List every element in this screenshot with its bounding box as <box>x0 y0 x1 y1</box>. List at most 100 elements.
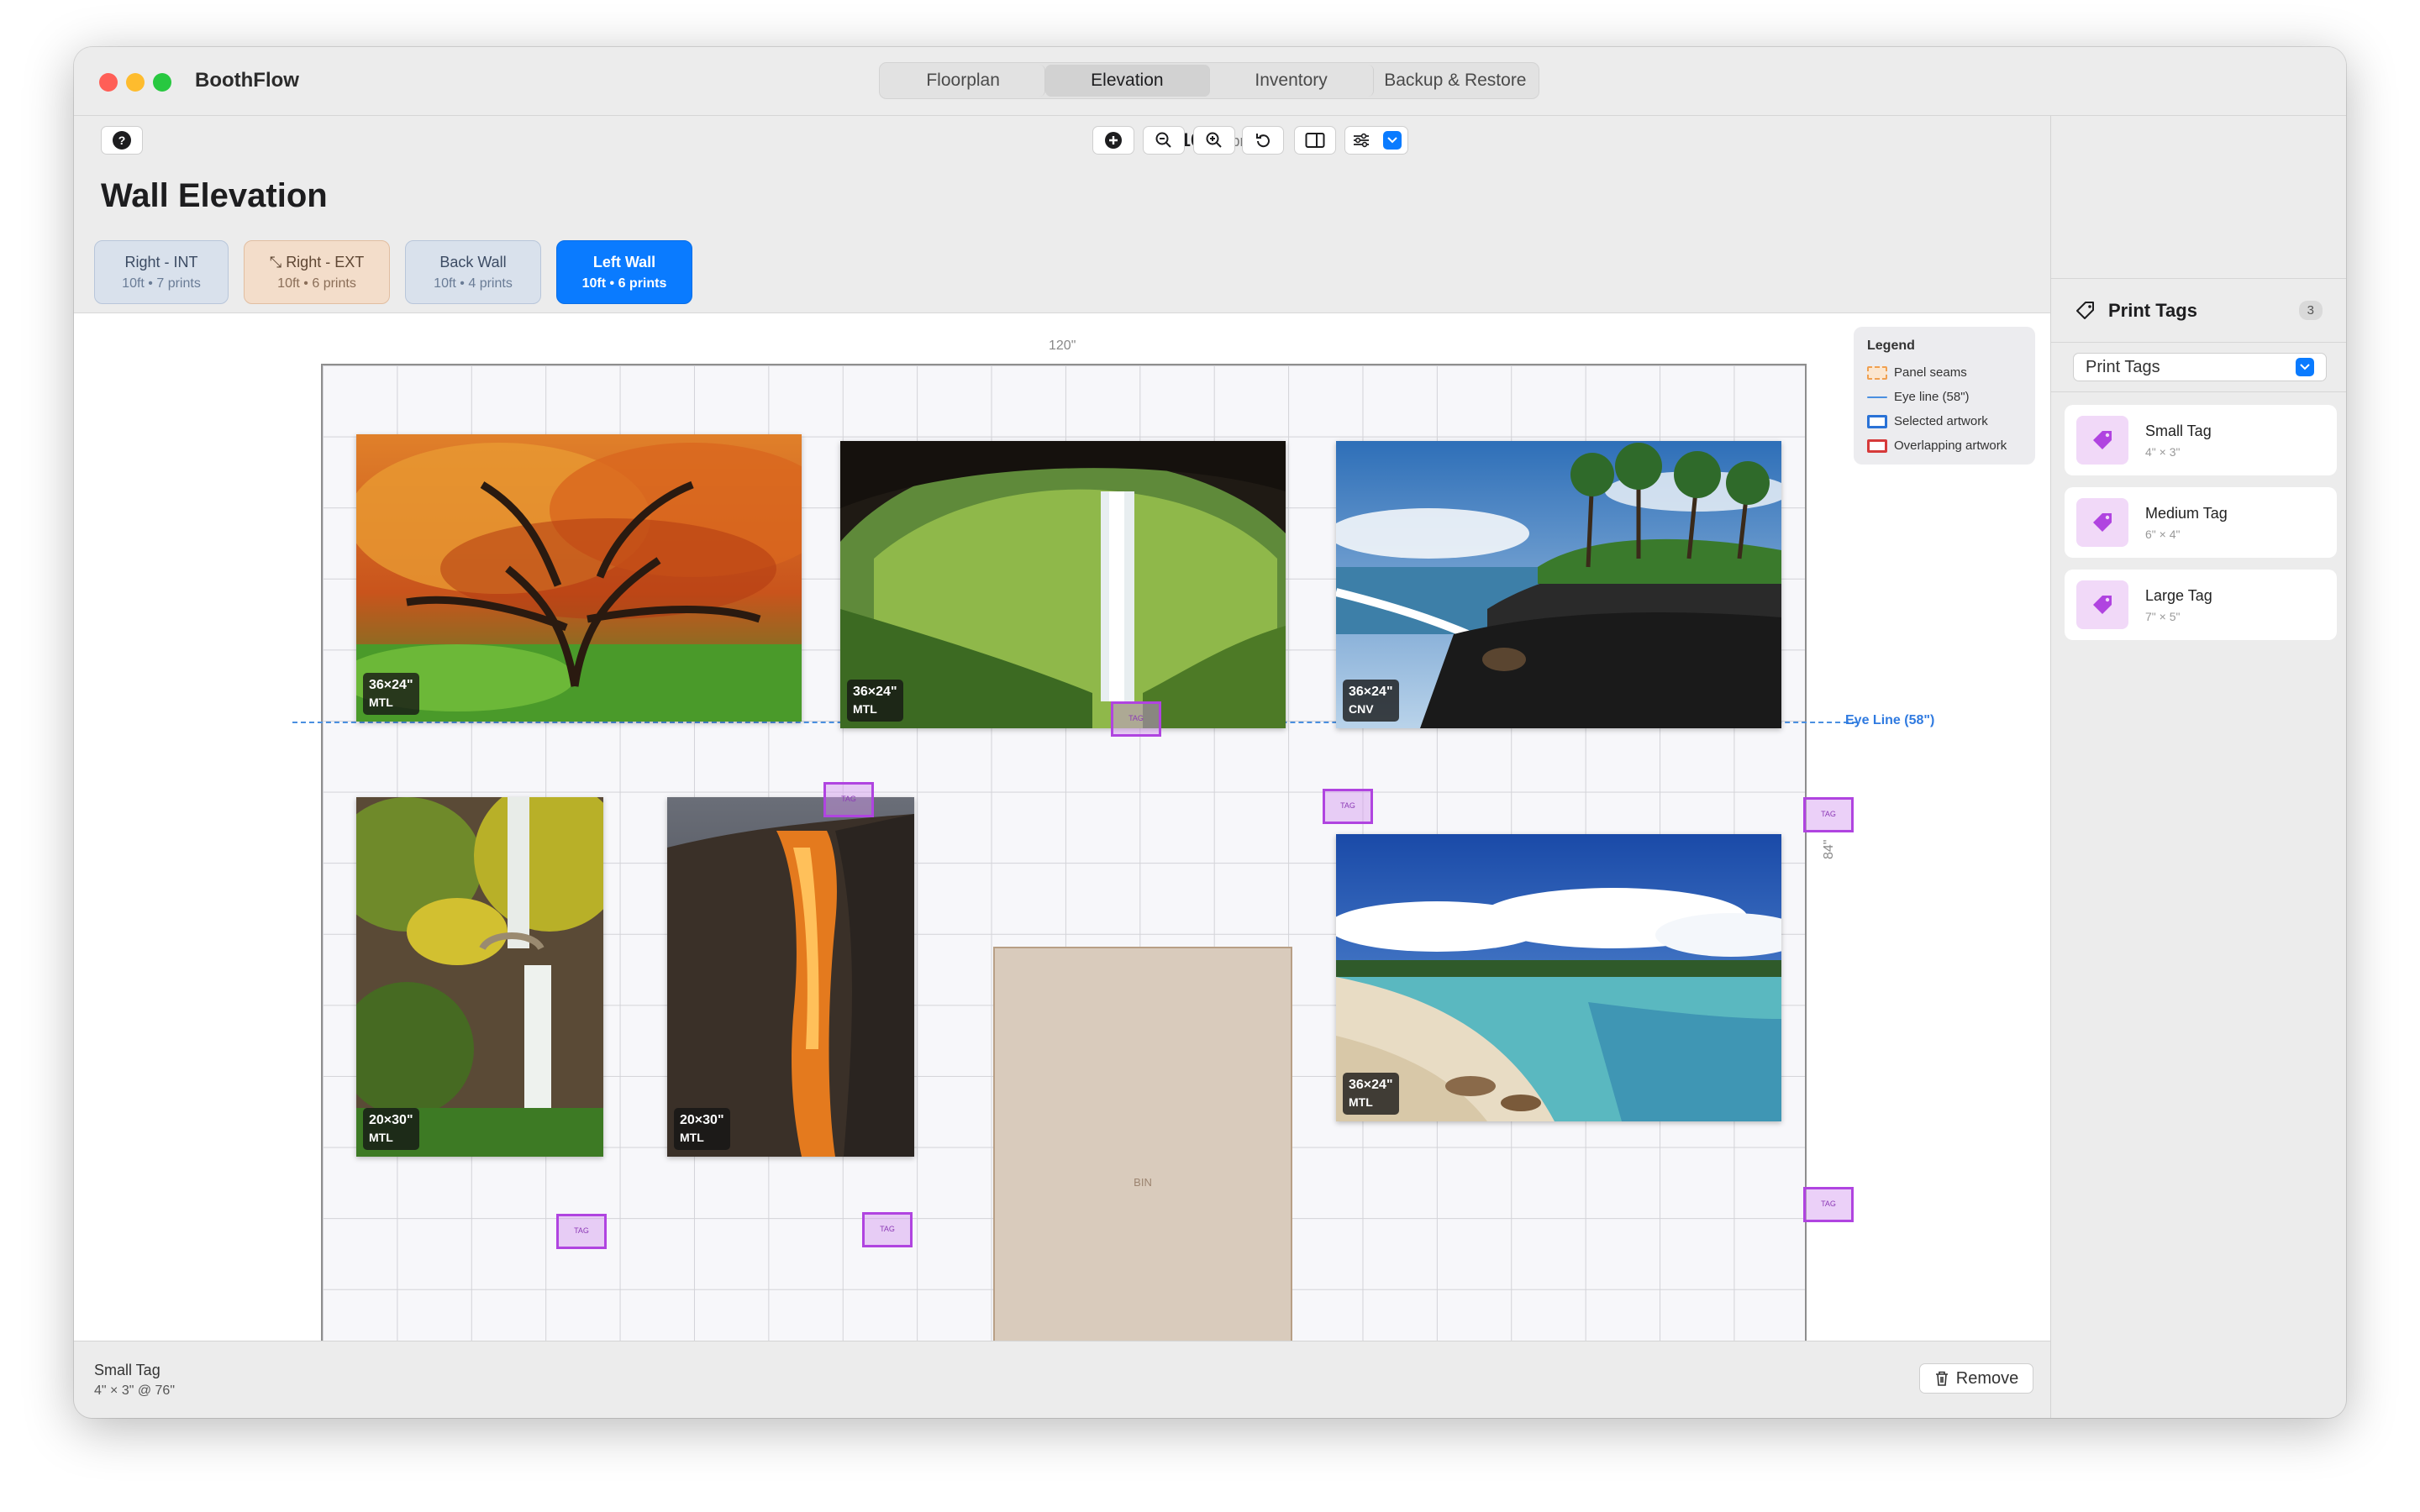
wall-tab-sub: 10ft • 6 prints <box>581 276 667 291</box>
chevron-down-icon <box>1382 131 1402 150</box>
wall-tab-left-wall[interactable]: Left Wall 10ft • 6 prints <box>556 240 692 304</box>
minimize-window-button[interactable] <box>126 73 145 92</box>
add-button[interactable] <box>1092 126 1134 155</box>
selected-item-name: Small Tag <box>94 1362 160 1378</box>
artwork-cave-waterfall[interactable]: 36×24" MTL <box>840 441 1286 728</box>
artwork-firefall[interactable]: 20×30" MTL <box>667 797 914 1157</box>
help-button[interactable]: ? <box>101 126 143 155</box>
title-bar: BoothFlow Floorplan Elevation Inventory … <box>74 47 2346 116</box>
tag-type-select[interactable]: Print Tags <box>2073 353 2327 381</box>
artwork-size-label: 36×24" MTL <box>363 673 419 715</box>
tag-count-badge: 3 <box>2298 301 2323 320</box>
artwork-image <box>667 797 914 1157</box>
tag-dims: 4" × 3" <box>2145 444 2181 459</box>
tag-icon <box>2076 498 2128 547</box>
zoom-window-button[interactable] <box>153 73 171 92</box>
selected-swatch <box>1867 414 1887 428</box>
panel-title: Print Tags <box>2108 299 2197 321</box>
app-title: BoothFlow <box>195 69 299 92</box>
print-tag[interactable]: TAG <box>823 782 874 817</box>
tag-icon <box>2076 416 2128 465</box>
remove-label: Remove <box>1955 1368 2019 1388</box>
legend: Legend Panel seams Eye line (58") Select… <box>1854 327 2035 465</box>
trash-icon <box>1935 1371 1948 1386</box>
tag-item-small[interactable]: Small Tag 4" × 3" <box>2065 405 2337 475</box>
elevation-canvas[interactable]: 120" 84" BIN Eye Line (58") 36×24" MTL 3… <box>74 312 2050 1341</box>
tag-dims: 7" × 5" <box>2145 609 2181 623</box>
tag-name: Large Tag <box>2145 586 2212 604</box>
tag-name: Small Tag <box>2145 422 2212 439</box>
artwork-image <box>1336 834 1781 1121</box>
tab-inventory[interactable]: Inventory <box>1210 65 1374 97</box>
legend-title: Legend <box>1867 339 1915 353</box>
print-tag[interactable]: TAG <box>556 1214 607 1249</box>
artwork-maple-tree[interactable]: 36×24" MTL <box>356 434 802 722</box>
chevron-down-icon <box>2296 358 2314 376</box>
toggle-sidebar-button[interactable] <box>1294 126 1336 155</box>
wall-tab-sub: 10ft • 6 prints <box>277 276 356 291</box>
remove-button[interactable]: Remove <box>1919 1363 2033 1394</box>
tab-floorplan[interactable]: Floorplan <box>881 65 1046 97</box>
eye-line-swatch <box>1867 396 1887 398</box>
legend-item: Overlapping artwork <box>1867 433 2022 458</box>
wall-tab-label: Right - INT <box>124 253 198 270</box>
artwork-size-label: 36×24" MTL <box>1343 1073 1399 1115</box>
tab-elevation[interactable]: Elevation <box>1045 65 1210 97</box>
zoom-in-button[interactable] <box>1193 126 1235 155</box>
wall-height-label: 84" <box>1822 839 1836 859</box>
artwork-size-label: 20×30" MTL <box>674 1108 730 1150</box>
wall-width-label: 120" <box>1049 339 1076 353</box>
artwork-size-label: 20×30" MTL <box>363 1108 419 1150</box>
artwork-black-sand-beach[interactable]: 36×24" CNV <box>1336 441 1781 728</box>
wall-tab-label: Left Wall <box>592 253 656 270</box>
wall-tab-right-ext[interactable]: ⤡ Right - EXT 10ft • 6 prints <box>244 240 390 304</box>
print-tags-panel: Print Tags 3 Print Tags Small Tag 4" × 3… <box>2050 116 2346 1418</box>
artwork-tropical-beach[interactable]: 36×24" MTL <box>1336 834 1781 1121</box>
reset-zoom-button[interactable] <box>1242 126 1284 155</box>
legend-item: Panel seams <box>1867 360 2022 385</box>
tag-name: Medium Tag <box>2145 504 2228 522</box>
wall-tab-label: Back Wall <box>439 253 507 270</box>
status-bar: Small Tag 4" × 3" @ 76" Remove <box>74 1341 2050 1418</box>
page-title: Wall Elevation <box>101 177 328 214</box>
select-value: Print Tags <box>2086 357 2160 376</box>
selected-item-meta: 4" × 3" @ 76" <box>94 1383 175 1398</box>
view-options-menu[interactable] <box>1344 126 1408 155</box>
storage-bin[interactable]: BIN <box>993 947 1292 1341</box>
tag-item-large[interactable]: Large Tag 7" × 5" <box>2065 570 2337 640</box>
print-tag[interactable]: TAG <box>1803 1187 1854 1222</box>
wall-tab-sub: 10ft • 4 prints <box>434 276 513 291</box>
print-tag[interactable]: TAG <box>1111 701 1161 737</box>
wall-tab-label: Right - EXT <box>286 253 365 270</box>
tag-dims: 6" × 4" <box>2145 527 2181 541</box>
question-icon: ? <box>113 131 131 150</box>
expand-arrows-icon: ⤡ <box>269 253 287 270</box>
artwork-image <box>356 797 603 1157</box>
overlap-swatch <box>1867 438 1887 453</box>
panel-header: Print Tags 3 <box>2051 279 2346 343</box>
legend-item: Selected artwork <box>1867 409 2022 433</box>
tab-backup-restore[interactable]: Backup & Restore <box>1374 65 1537 97</box>
artwork-image <box>356 434 802 722</box>
close-window-button[interactable] <box>99 73 118 92</box>
wall-tab-sub: 10ft • 7 prints <box>122 276 201 291</box>
artwork-image <box>840 441 1286 728</box>
print-tag[interactable]: TAG <box>1803 797 1854 832</box>
panel-seam-swatch <box>1867 365 1887 380</box>
artwork-size-label: 36×24" MTL <box>847 680 903 722</box>
tag-item-medium[interactable]: Medium Tag 6" × 4" <box>2065 487 2337 558</box>
zoom-out-button[interactable] <box>1143 126 1185 155</box>
artwork-size-label: 36×24" CNV <box>1343 680 1399 722</box>
wall-tab-right-int[interactable]: Right - INT 10ft • 7 prints <box>94 240 229 304</box>
artwork-multnomah-falls[interactable]: 20×30" MTL <box>356 797 603 1157</box>
plus-circle-icon <box>1105 132 1122 149</box>
zoom-in-icon <box>1206 132 1222 148</box>
print-tag[interactable]: TAG <box>1323 789 1373 824</box>
tag-icon <box>2076 580 2128 629</box>
artwork-image <box>1336 441 1781 728</box>
sliders-icon <box>1353 133 1369 148</box>
app-window: BoothFlow Floorplan Elevation Inventory … <box>74 47 2346 1418</box>
wall-selector: Right - INT 10ft • 7 prints ⤡ Right - EX… <box>94 240 692 304</box>
wall-tab-back-wall[interactable]: Back Wall 10ft • 4 prints <box>405 240 541 304</box>
print-tag[interactable]: TAG <box>862 1212 913 1247</box>
